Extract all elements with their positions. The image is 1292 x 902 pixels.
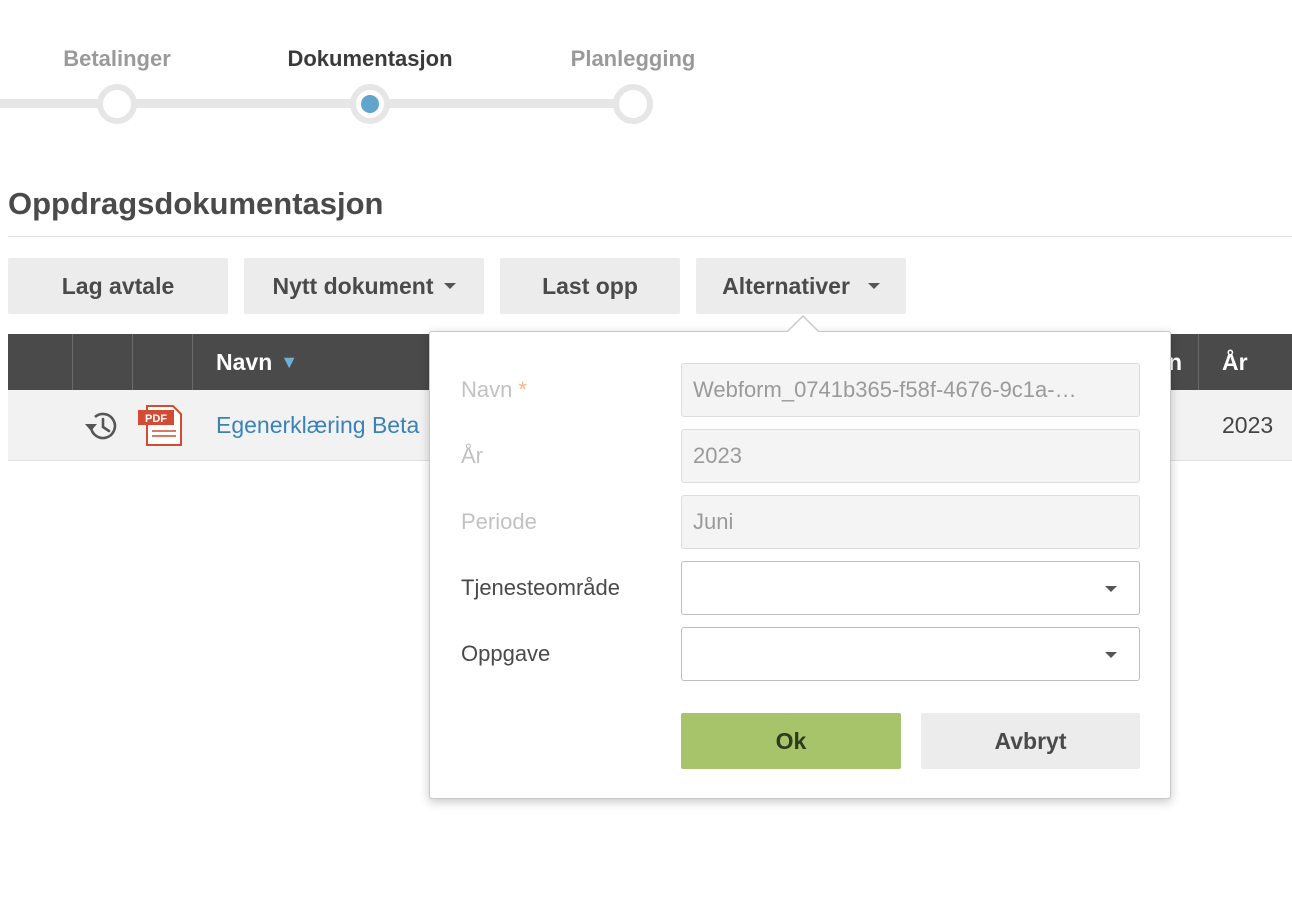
last-opp-label: Last opp (542, 272, 638, 299)
oppgave-label: Oppgave (461, 641, 551, 666)
column-header-navn-label: Navn (216, 348, 273, 375)
column-header-navn[interactable]: Navn ▼ (216, 334, 298, 390)
lag-avtale-button[interactable]: Lag avtale (8, 258, 228, 314)
title-divider (8, 236, 1292, 237)
navn-label-text: Navn (461, 377, 513, 402)
lag-avtale-label: Lag avtale (61, 272, 175, 299)
navn-label: Navn * (461, 363, 527, 417)
column-separator (132, 334, 133, 390)
nytt-dokument-label: Nytt dokument (272, 272, 434, 299)
document-link[interactable]: Egenerklæring Beta (216, 390, 419, 461)
step-dot-betalinger[interactable] (97, 84, 137, 124)
pdf-icon[interactable]: PDF (136, 402, 184, 448)
alternativer-label: Alternativer (722, 272, 850, 299)
nytt-dokument-button[interactable]: Nytt dokument (244, 258, 484, 314)
year-cell: 2023 (1222, 412, 1274, 438)
periode-input[interactable]: Juni (681, 495, 1140, 549)
ar-input-value: 2023 (693, 443, 742, 468)
ok-button-label: Ok (775, 727, 807, 754)
stepper-line (118, 99, 370, 108)
pdf-icon-label: PDF (145, 413, 167, 425)
periode-label: Periode (461, 509, 537, 534)
step-label-betalinger[interactable]: Betalinger (7, 46, 227, 72)
chevron-down-icon (867, 283, 880, 289)
step-label-planlegging[interactable]: Planlegging (523, 46, 743, 72)
required-marker: * (518, 377, 527, 402)
column-separator (192, 334, 193, 390)
column-separator (72, 334, 73, 390)
ar-label: År (461, 443, 483, 468)
step-dot-dokumentasjon[interactable] (350, 84, 390, 124)
navn-input[interactable]: Webform_0741b365-f58f-4676-9c1a-… (681, 363, 1140, 417)
chevron-down-icon (1105, 652, 1117, 658)
chevron-down-icon (1105, 586, 1117, 592)
app-root: Betalinger Dokumentasjon Planlegging Opp… (0, 0, 1292, 902)
history-icon[interactable] (82, 406, 122, 446)
ok-button[interactable]: Ok (681, 713, 901, 769)
step-label-dokumentasjon[interactable]: Dokumentasjon (260, 46, 480, 72)
avbryt-button[interactable]: Avbryt (921, 713, 1140, 769)
tjenesteomrade-label: Tjenesteområde (461, 575, 620, 600)
periode-input-value: Juni (693, 509, 734, 534)
column-separator (1198, 334, 1199, 390)
navn-input-value: Webform_0741b365-f58f-4676-9c1a-… (693, 377, 1077, 402)
last-opp-button[interactable]: Last opp (500, 258, 680, 314)
stepper-line (370, 99, 633, 108)
column-header-ar[interactable]: År (1222, 334, 1248, 390)
step-dot-planlegging[interactable] (613, 84, 653, 124)
sort-desc-icon: ▼ (280, 351, 299, 372)
avbryt-button-label: Avbryt (994, 727, 1067, 754)
alternativer-button[interactable]: Alternativer (696, 258, 906, 314)
process-stepper: Betalinger Dokumentasjon Planlegging (0, 0, 720, 140)
oppgave-select[interactable] (681, 627, 1140, 681)
tjenesteomrade-select[interactable] (681, 561, 1140, 615)
popover-arrow (788, 317, 818, 332)
chevron-down-icon (443, 283, 456, 289)
alternativer-popover: Navn * Webform_0741b365-f58f-4676-9c1a-…… (429, 315, 1171, 799)
ar-input[interactable]: 2023 (681, 429, 1140, 483)
page-title: Oppdragsdokumentasjon (8, 186, 384, 221)
